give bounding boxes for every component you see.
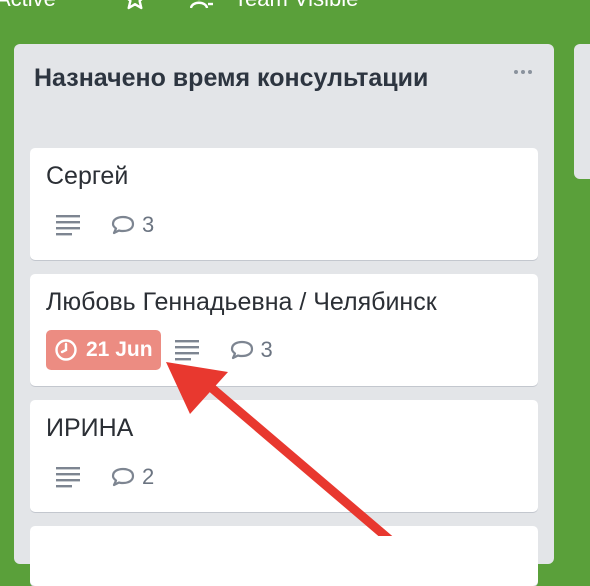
annotation-arrow xyxy=(166,362,393,536)
